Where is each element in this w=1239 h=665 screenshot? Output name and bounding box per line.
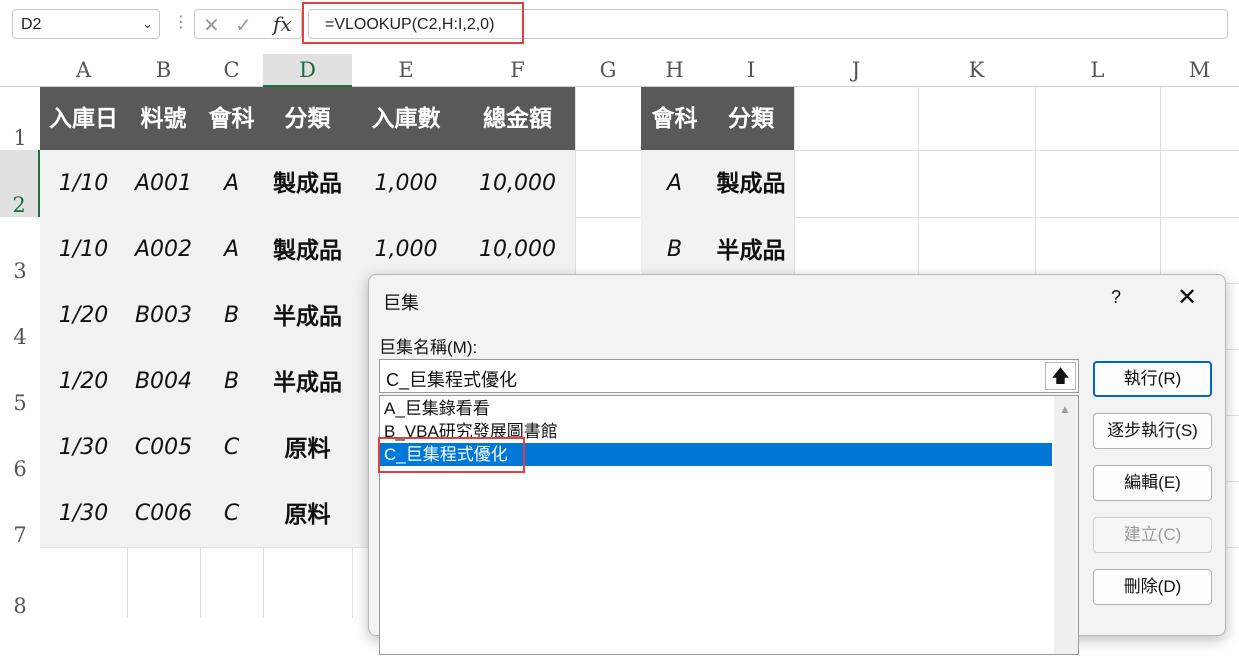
table-cell[interactable]: B xyxy=(200,349,263,415)
scroll-up-icon[interactable]: ▲ xyxy=(1059,402,1071,416)
table-cell[interactable]: 1/20 xyxy=(40,283,127,349)
macro-name-label: 巨集名稱(M): xyxy=(379,338,478,357)
column-header-k[interactable]: K xyxy=(918,54,1035,87)
help-icon[interactable]: ? xyxy=(1111,287,1121,308)
formula-input[interactable]: =VLOOKUP(C2,H:I,2,0) xyxy=(308,9,1228,39)
macro-list-item[interactable]: A_巨集錄看看 xyxy=(384,397,490,420)
table-cell[interactable]: A xyxy=(200,150,263,217)
column-header-i[interactable]: I xyxy=(708,54,794,87)
macro-list-item[interactable]: B_VBA研究發展圖書館 xyxy=(384,420,558,443)
delete-button[interactable]: 刪除(D) xyxy=(1093,569,1212,605)
table-cell[interactable]: C006 xyxy=(127,481,200,547)
table-cell[interactable]: C xyxy=(200,415,263,481)
table-cell[interactable]: C005 xyxy=(127,415,200,481)
table-header-cell[interactable]: 總金額 xyxy=(460,87,575,150)
lookup-cell[interactable]: 製成品 xyxy=(708,150,794,217)
cancel-icon[interactable]: ✕ xyxy=(203,13,220,38)
column-header-h[interactable]: H xyxy=(641,54,708,87)
run-button[interactable]: 執行(R) xyxy=(1093,361,1212,397)
row-header-6[interactable]: 6 xyxy=(0,415,40,481)
name-box[interactable]: D2 ⌄ xyxy=(12,9,160,39)
macro-name-value: C_巨集程式優化 xyxy=(386,370,518,390)
table-cell[interactable]: 1/30 xyxy=(40,415,127,481)
table-header-cell[interactable]: 分類 xyxy=(263,87,352,150)
column-header-j[interactable]: J xyxy=(794,54,918,87)
table-cell[interactable]: B xyxy=(200,283,263,349)
upload-icon[interactable]: 🡅 xyxy=(1045,362,1076,390)
table-cell[interactable]: A xyxy=(200,217,263,283)
macro-list-item[interactable]: C_巨集程式優化 xyxy=(380,443,1052,466)
edit-button[interactable]: 編輯(E) xyxy=(1093,465,1212,501)
chevron-down-icon[interactable]: ⌄ xyxy=(142,16,153,32)
column-header-b[interactable]: B xyxy=(127,54,200,87)
dialog-title: 巨集 xyxy=(383,293,419,313)
column-header-a[interactable]: A xyxy=(40,54,127,87)
table-cell[interactable]: 1/30 xyxy=(40,481,127,547)
list-scrollbar[interactable]: ▲ xyxy=(1054,396,1078,654)
create-button: 建立(C) xyxy=(1093,517,1212,553)
table-cell[interactable]: 原料 xyxy=(263,415,352,481)
table-cell[interactable]: 1,000 xyxy=(352,150,460,217)
row-header-3[interactable]: 3 xyxy=(0,217,40,283)
lookup-header-cell[interactable]: 會科 xyxy=(641,87,708,150)
macro-list[interactable]: A_巨集錄看看 B_VBA研究發展圖書館 C_巨集程式優化 ▲ xyxy=(379,395,1079,655)
column-header-d[interactable]: D xyxy=(263,54,352,87)
row-header-4[interactable]: 4 xyxy=(0,283,40,349)
macro-name-input[interactable]: C_巨集程式優化 xyxy=(379,359,1079,393)
column-header-m[interactable]: M xyxy=(1160,54,1239,87)
lookup-cell[interactable]: A xyxy=(641,150,708,217)
table-cell[interactable]: C xyxy=(200,481,263,547)
table-cell[interactable]: 10,000 xyxy=(460,150,575,217)
table-cell[interactable]: 1/20 xyxy=(40,349,127,415)
name-box-value: D2 xyxy=(21,16,42,33)
table-cell[interactable]: 半成品 xyxy=(263,283,352,349)
step-into-button[interactable]: 逐步執行(S) xyxy=(1093,413,1212,449)
table-header-cell[interactable]: 會科 xyxy=(200,87,263,150)
check-icon[interactable]: ✓ xyxy=(235,13,252,38)
table-cell[interactable]: 半成品 xyxy=(263,349,352,415)
table-header-cell[interactable]: 入庫日 xyxy=(40,87,127,150)
table-header-cell[interactable]: 料號 xyxy=(127,87,200,150)
row-header-5[interactable]: 5 xyxy=(0,349,40,415)
column-header-g[interactable]: G xyxy=(575,54,641,87)
column-header-l[interactable]: L xyxy=(1035,54,1160,87)
formula-bar: D2 ⌄ ⋮ ✕ ✓ fx =VLOOKUP(C2,H:I,2,0) xyxy=(0,0,1239,50)
column-header-e[interactable]: E xyxy=(352,54,460,87)
column-header-c[interactable]: C xyxy=(200,54,263,87)
row-header-2[interactable]: 2 xyxy=(0,150,40,217)
table-cell[interactable]: 原料 xyxy=(263,481,352,547)
table-cell[interactable]: 製成品 xyxy=(263,150,352,217)
macro-dialog: 巨集 ? ✕ 巨集名稱(M): C_巨集程式優化 🡅 A_巨集錄看看 B_VBA研… xyxy=(368,274,1226,655)
select-all-corner[interactable] xyxy=(0,54,40,87)
formula-buttons: ✕ ✓ fx xyxy=(194,9,302,39)
insert-function-icon[interactable]: fx xyxy=(273,12,292,36)
row-header-7[interactable]: 7 xyxy=(0,481,40,547)
more-options-icon[interactable]: ⋮ xyxy=(173,14,189,32)
table-cell[interactable]: B004 xyxy=(127,349,200,415)
table-cell[interactable]: A001 xyxy=(127,150,200,217)
close-icon[interactable]: ✕ xyxy=(1177,283,1197,312)
formula-text: =VLOOKUP(C2,H:I,2,0) xyxy=(325,16,495,33)
table-cell[interactable]: 製成品 xyxy=(263,217,352,283)
row-header-8[interactable]: 8 xyxy=(0,547,40,618)
row-header-1[interactable]: 1 xyxy=(0,87,40,150)
table-cell[interactable]: A002 xyxy=(127,217,200,283)
table-cell[interactable]: 1/10 xyxy=(40,150,127,217)
lookup-header-cell[interactable]: 分類 xyxy=(708,87,794,150)
table-header-cell[interactable]: 入庫數 xyxy=(352,87,460,150)
table-cell[interactable]: B003 xyxy=(127,283,200,349)
column-header-f[interactable]: F xyxy=(460,54,575,87)
table-cell[interactable]: 1/10 xyxy=(40,217,127,283)
